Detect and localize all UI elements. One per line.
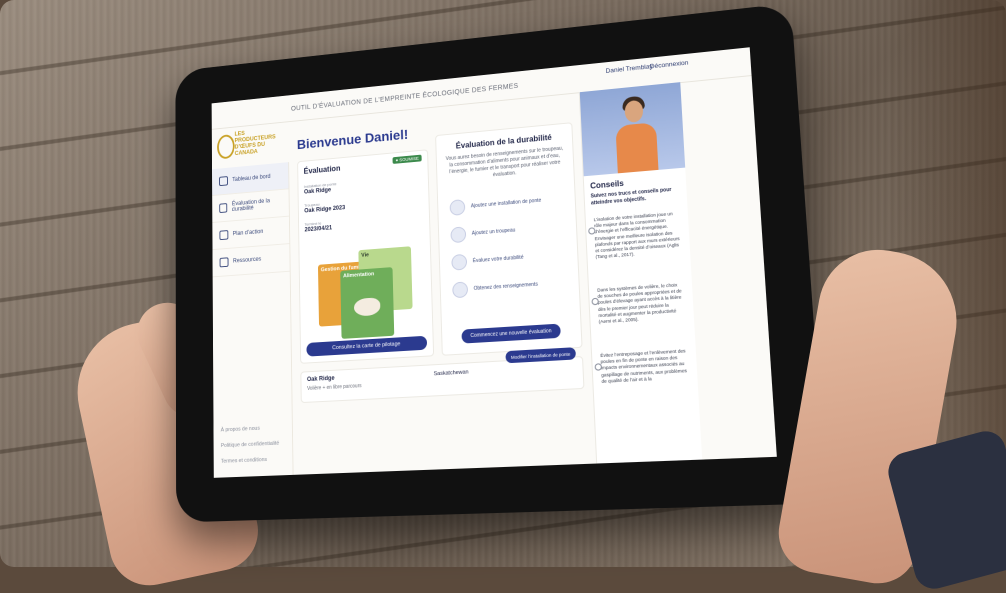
document-icon <box>219 230 228 240</box>
building-icon <box>450 199 466 216</box>
hen-icon <box>450 226 466 243</box>
tip-text: L’isolation de votre installation joue u… <box>594 211 680 260</box>
tips-illustration <box>580 82 685 176</box>
tablet-device: OUTIL D’ÉVALUATION DE L’EMPREINTE ÉCOLOG… <box>175 3 826 522</box>
map-button[interactable]: Consultez la carte de pilotage <box>306 336 427 357</box>
user-name[interactable]: Daniel Tremblay <box>606 63 653 75</box>
farm-summary: Oak Ridge Volière + en libre parcours Sa… <box>300 356 584 403</box>
sidebar-item-label: Tableau de bord <box>232 174 270 183</box>
step-label: Évaluez votre durabilité <box>473 255 524 265</box>
step-evaluate: Évaluez votre durabilité <box>451 250 524 271</box>
step-insights: Obtenez des renseignements <box>452 277 538 299</box>
sidebar: Tableau de bord Évaluation de la durabil… <box>212 162 294 478</box>
date-value: 2023/04/21 <box>305 225 333 233</box>
step-add-facility: Ajoutez une installation de ponte <box>450 193 542 216</box>
evaluation-card: Évaluation ● SOUMISE Installation de pon… <box>297 149 434 364</box>
clipboard-icon <box>451 254 467 271</box>
clipboard-icon <box>219 203 227 213</box>
farm-type: Volière + en libre parcours <box>307 383 362 392</box>
tool-title: OUTIL D’ÉVALUATION DE L’EMPREINTE ÉCOLOG… <box>291 83 519 113</box>
farm-value: Oak Ridge <box>304 187 331 195</box>
tip-item[interactable]: Dans les systèmes de volière, le choix d… <box>597 282 686 326</box>
tips-panel: Conseils Suivez nos trucs et conseils po… <box>579 82 702 463</box>
logo[interactable]: LES PRODUCTEURS D’ŒUFS DU CANADA <box>217 124 283 164</box>
sidebar-footer: À propos de nous Politique de confidenti… <box>221 420 280 470</box>
hen-icon <box>354 297 381 316</box>
sidebar-item-label: Plan d’action <box>233 229 264 237</box>
step-label: Ajoutez une installation de ponte <box>471 198 542 210</box>
logout-link[interactable]: Déconnexion <box>650 60 689 71</box>
tile-feed[interactable]: Alimentation <box>340 267 394 339</box>
terms-link[interactable]: Termes et conditions <box>221 452 280 470</box>
sidebar-item-resources[interactable]: Ressources <box>212 244 289 277</box>
logo-text: LES PRODUCTEURS D’ŒUFS DU CANADA <box>235 127 285 158</box>
person-head <box>624 100 643 123</box>
step-label: Ajoutez un troupeau <box>472 227 516 236</box>
evaluation-title: Évaluation <box>304 164 341 176</box>
chart-icon <box>452 281 468 298</box>
edit-facility-button[interactable]: Modifier l’installation de ponte <box>505 347 576 363</box>
province: Saskatchewan <box>434 369 469 377</box>
egg-icon <box>217 134 235 160</box>
book-icon <box>220 257 229 267</box>
step-add-flock: Ajoutez un troupeau <box>450 222 515 243</box>
person-body <box>615 122 658 173</box>
privacy-link[interactable]: Politique de confidentialité <box>221 436 279 454</box>
tip-item[interactable]: L’isolation de votre installation joue u… <box>594 211 682 261</box>
durability-description: Vous aurez besoin de renseignements sur … <box>444 145 565 183</box>
tile-feed-label: Alimentation <box>343 271 374 279</box>
tablet-screen: OUTIL D’ÉVALUATION DE L’EMPREINTE ÉCOLOG… <box>212 47 777 478</box>
status-badge: ● SOUMISE <box>393 155 422 164</box>
start-evaluation-button[interactable]: Commencez une nouvelle évaluation <box>461 324 560 344</box>
tips-title: Conseils <box>590 179 624 191</box>
durability-card: Évaluation de la durabilité Vous aurez b… <box>435 122 582 356</box>
sidebar-item-label: Ressources <box>233 257 261 265</box>
dashboard-icon <box>219 176 228 186</box>
step-label: Obtenez des renseignements <box>474 282 538 292</box>
tip-item[interactable]: Évitez l’entreposage et l’enlèvement des… <box>600 348 689 385</box>
sidebar-item-label: Évaluation de la durabilité <box>232 197 289 213</box>
farm-name: Oak Ridge <box>307 376 335 383</box>
tip-text: Évitez l’entreposage et l’enlèvement des… <box>600 348 687 383</box>
tip-text: Dans les systèmes de volière, le choix d… <box>597 282 682 324</box>
page-title: Bienvenue Daniel! <box>297 126 409 152</box>
